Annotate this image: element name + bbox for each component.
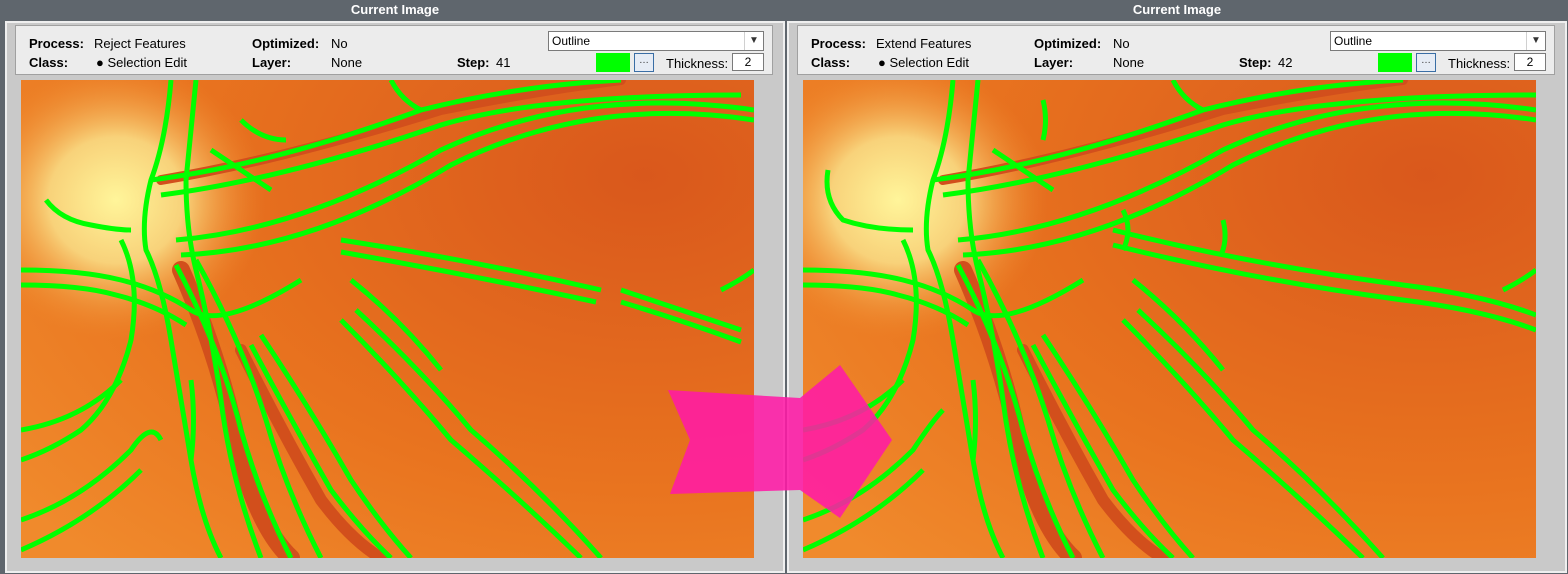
step-label: Step: [1239, 55, 1272, 70]
class-label: Class: [29, 55, 69, 70]
thickness-label: Thickness: [666, 56, 729, 71]
display-mode-select[interactable]: Outline ▼ [1330, 31, 1546, 51]
fundus-image[interactable] [21, 80, 754, 558]
step-value: 42 [1278, 55, 1293, 70]
info-bar: Process: Reject Features Optimized: No C… [15, 25, 773, 75]
chevron-down-icon[interactable]: ▼ [744, 32, 763, 50]
class-value: ● Selection Edit [96, 55, 187, 70]
display-mode-select[interactable]: Outline ▼ [548, 31, 764, 51]
panel-title: Current Image [1132, 2, 1222, 17]
layer-value: None [331, 55, 363, 70]
display-mode-value: Outline [1334, 34, 1373, 48]
optimized-label: Optimized: [252, 36, 320, 51]
step-label: Step: [457, 55, 490, 70]
panel-frame: Process: Reject Features Optimized: No C… [5, 21, 785, 573]
layer-label: Layer: [252, 55, 292, 70]
outline-color-swatch[interactable] [596, 53, 630, 72]
process-value: Extend Features [876, 36, 972, 51]
panel-frame: Process: Extend Features Optimized: No C… [787, 21, 1567, 573]
left-image-panel: Current Image Process: Reject Features O… [5, 0, 785, 574]
outline-color-swatch[interactable] [1378, 53, 1412, 72]
right-image-panel: Current Image Process: Extend Features O… [787, 0, 1567, 574]
chevron-down-icon[interactable]: ▼ [1526, 32, 1545, 50]
ellipsis-icon[interactable]: … [1416, 53, 1436, 72]
class-value: ● Selection Edit [878, 55, 969, 70]
ellipsis-icon[interactable]: … [634, 53, 654, 72]
step-value: 41 [496, 55, 511, 70]
process-value: Reject Features [94, 36, 186, 51]
process-label: Process: [811, 36, 866, 51]
info-bar: Process: Extend Features Optimized: No C… [797, 25, 1555, 75]
optimized-value: No [331, 36, 348, 51]
class-label: Class: [811, 55, 851, 70]
thickness-label: Thickness: [1448, 56, 1511, 71]
layer-label: Layer: [1034, 55, 1074, 70]
display-mode-value: Outline [552, 34, 591, 48]
thickness-input[interactable]: 2 [732, 53, 764, 71]
layer-value: None [1113, 55, 1145, 70]
optimized-label: Optimized: [1034, 36, 1102, 51]
fundus-image[interactable] [803, 80, 1536, 558]
thickness-input[interactable]: 2 [1514, 53, 1546, 71]
optimized-value: No [1113, 36, 1130, 51]
panel-title: Current Image [350, 2, 440, 17]
process-label: Process: [29, 36, 84, 51]
